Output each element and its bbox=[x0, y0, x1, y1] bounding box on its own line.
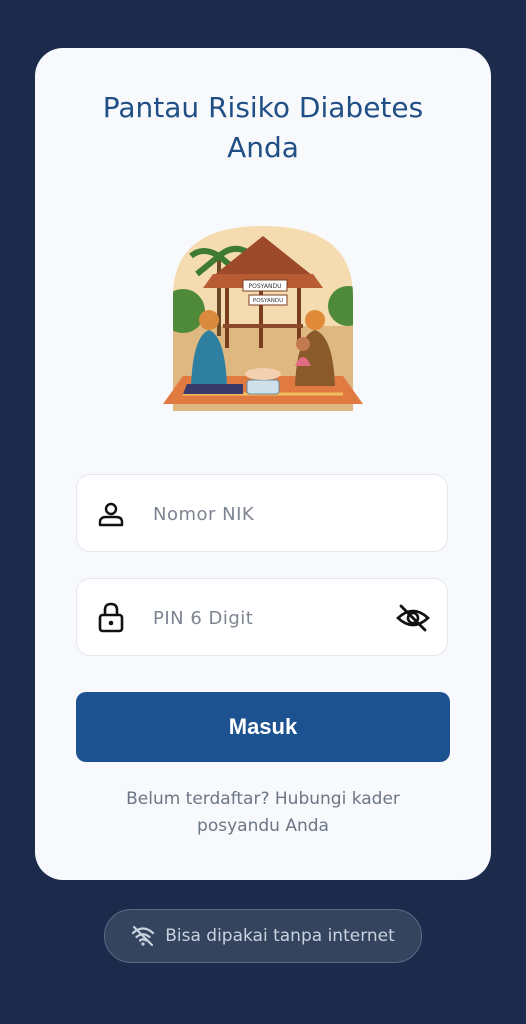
pin-input[interactable] bbox=[151, 579, 385, 657]
nik-field[interactable] bbox=[76, 474, 448, 553]
login-card: Pantau Risiko Diabetes Anda POSYANDU POS… bbox=[35, 48, 491, 880]
lock-icon bbox=[98, 602, 124, 633]
wifi-off-icon bbox=[132, 925, 155, 947]
pin-field[interactable] bbox=[76, 578, 448, 657]
nik-input[interactable] bbox=[151, 475, 385, 553]
person-icon bbox=[98, 502, 124, 527]
offline-badge: Bisa dipakai tanpa internet bbox=[104, 909, 422, 963]
sign-bottom-text: POSYANDU bbox=[253, 298, 283, 304]
login-button[interactable]: Masuk bbox=[76, 692, 450, 762]
offline-badge-label: Bisa dipakai tanpa internet bbox=[165, 926, 395, 946]
posyandu-illustration: POSYANDU POSYANDU bbox=[163, 226, 363, 411]
sign-top-text: POSYANDU bbox=[249, 283, 282, 290]
register-hint: Belum terdaftar? Hubungi kader posyandu … bbox=[126, 789, 400, 836]
eye-off-icon[interactable] bbox=[395, 602, 431, 634]
page-title: Pantau Risiko Diabetes Anda bbox=[102, 91, 424, 164]
